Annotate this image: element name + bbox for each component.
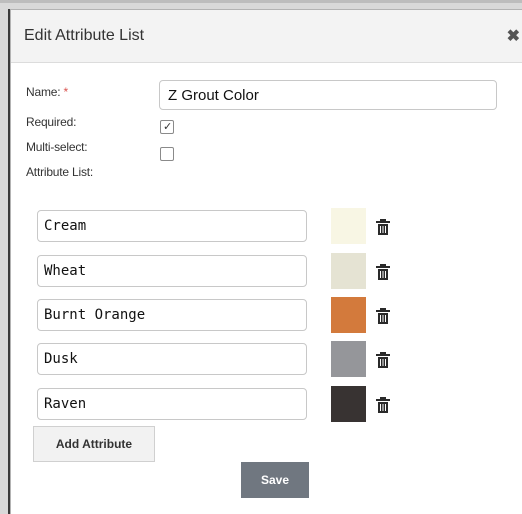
trash-icon[interactable] [376, 352, 390, 368]
required-marker: * [63, 85, 69, 99]
color-swatch[interactable] [331, 341, 366, 377]
trash-icon[interactable] [376, 219, 390, 235]
dialog-header: Edit Attribute List ✖ [11, 10, 522, 63]
trash-icon[interactable] [376, 308, 390, 324]
attribute-input[interactable] [37, 299, 307, 331]
color-swatch[interactable] [331, 386, 366, 422]
attribute-list-label: Attribute List: [26, 165, 94, 179]
required-checkbox[interactable]: ✓ [160, 120, 174, 134]
multiselect-checkbox[interactable] [160, 147, 174, 161]
color-swatch[interactable] [331, 297, 366, 333]
name-input[interactable] [159, 80, 497, 110]
attribute-input[interactable] [37, 210, 307, 242]
color-swatch[interactable] [331, 253, 366, 289]
attribute-input[interactable] [37, 255, 307, 287]
multiselect-label: Multi-select: [26, 140, 88, 154]
attribute-input[interactable] [37, 343, 307, 375]
trash-icon[interactable] [376, 264, 390, 280]
required-label: Required: [26, 115, 77, 129]
backdrop [0, 0, 522, 3]
save-button[interactable]: Save [241, 462, 309, 498]
edit-attribute-list-dialog: Edit Attribute List ✖ Name: * Required: … [10, 9, 522, 514]
name-label: Name: * [26, 85, 68, 99]
color-swatch[interactable] [331, 208, 366, 244]
dialog-title: Edit Attribute List [24, 27, 145, 44]
checkmark-icon: ✓ [163, 121, 173, 133]
attribute-input[interactable] [37, 388, 307, 420]
close-icon[interactable]: ✖ [507, 26, 520, 46]
trash-icon[interactable] [376, 397, 390, 413]
add-attribute-button[interactable]: Add Attribute [33, 426, 155, 462]
